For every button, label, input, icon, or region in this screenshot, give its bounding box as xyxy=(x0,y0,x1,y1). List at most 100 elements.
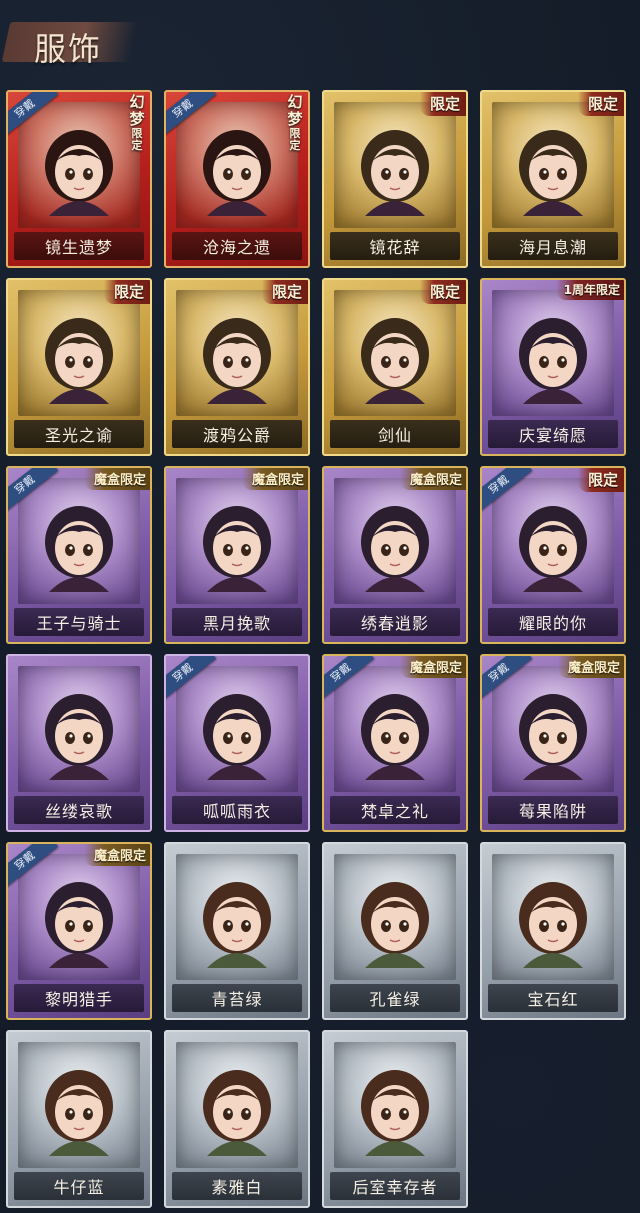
costume-name-bar: 青苔绿 xyxy=(172,984,302,1012)
costume-name-bar: 王子与骑士 xyxy=(14,608,144,636)
limited-badge: 1周年限定 xyxy=(555,280,624,300)
costume-name: 素雅白 xyxy=(211,1178,263,1197)
limited-badge: 魔盒限定 xyxy=(83,844,150,866)
character-portrait-icon xyxy=(361,506,429,592)
costume-card[interactable]: 穿戴幻梦限定镜生遗梦 xyxy=(6,90,152,268)
costume-name: 镜生遗梦 xyxy=(44,238,113,257)
costume-name-bar: 海月息潮 xyxy=(488,232,618,260)
costume-name: 后室幸存者 xyxy=(352,1178,438,1197)
limited-badge: 魔盒限定 xyxy=(241,468,308,490)
costume-card[interactable]: 丝缕哀歌 xyxy=(6,654,152,832)
costume-name-bar: 丝缕哀歌 xyxy=(14,796,144,824)
character-portrait-icon xyxy=(45,882,113,968)
character-portrait-icon xyxy=(203,694,271,780)
costume-name-bar: 黑月挽歌 xyxy=(172,608,302,636)
limited-badge: 幻梦限定 xyxy=(287,93,303,152)
costume-card[interactable]: 穿戴 呱呱雨衣 xyxy=(164,654,310,832)
costume-name: 呱呱雨衣 xyxy=(202,802,271,821)
character-portrait-icon xyxy=(361,694,429,780)
costume-name: 沧海之遗 xyxy=(202,238,271,257)
costume-name-bar: 镜生遗梦 xyxy=(14,232,144,260)
limited-badge: 限定 xyxy=(577,468,624,492)
costume-name: 圣光之谕 xyxy=(44,426,113,445)
costume-name-bar: 圣光之谕 xyxy=(14,420,144,448)
costume-name: 镜花辞 xyxy=(369,238,421,257)
costume-name: 黑月挽歌 xyxy=(202,614,271,633)
costume-card[interactable]: 限定镜花辞 xyxy=(322,90,468,268)
costume-name: 耀眼的你 xyxy=(518,614,587,633)
costume-card[interactable]: 穿戴 魔盒限定 莓果陷阱 xyxy=(480,654,626,832)
costume-name-bar: 宝石红 xyxy=(488,984,618,1012)
character-portrait-icon xyxy=(361,1070,429,1156)
character-portrait-icon xyxy=(45,1070,113,1156)
costume-name-bar: 呱呱雨衣 xyxy=(172,796,302,824)
costume-name: 丝缕哀歌 xyxy=(44,802,113,821)
character-portrait-icon xyxy=(45,318,113,404)
character-portrait-icon xyxy=(361,882,429,968)
character-portrait-icon xyxy=(203,130,271,216)
character-portrait-icon xyxy=(519,882,587,968)
costume-name: 梵卓之礼 xyxy=(360,802,429,821)
costume-name-bar: 庆宴绮愿 xyxy=(488,420,618,448)
costume-name: 王子与骑士 xyxy=(36,614,122,633)
costume-name-bar: 后室幸存者 xyxy=(330,1172,460,1200)
costume-name-bar: 牛仔蓝 xyxy=(14,1172,144,1200)
costume-card[interactable]: 穿戴 魔盒限定 梵卓之礼 xyxy=(322,654,468,832)
costume-name-bar: 镜花辞 xyxy=(330,232,460,260)
costume-card[interactable]: 穿戴 魔盒限定 王子与骑士 xyxy=(6,466,152,644)
costume-name-bar: 孔雀绿 xyxy=(330,984,460,1012)
costume-card[interactable]: 限定圣光之谕 xyxy=(6,278,152,456)
costume-card[interactable]: 魔盒限定 绣春逍影 xyxy=(322,466,468,644)
costume-card[interactable]: 素雅白 xyxy=(164,1030,310,1208)
costume-name-bar: 黎明猎手 xyxy=(14,984,144,1012)
costume-name: 绣春逍影 xyxy=(360,614,429,633)
limited-badge: 限定 xyxy=(419,92,466,116)
costume-card[interactable]: 后室幸存者 xyxy=(322,1030,468,1208)
costume-card[interactable]: 穿戴 限定 耀眼的你 xyxy=(480,466,626,644)
costume-card[interactable]: 限定 渡鸦公爵 xyxy=(164,278,310,456)
costume-card[interactable]: 限定剑仙 xyxy=(322,278,468,456)
costume-name: 牛仔蓝 xyxy=(53,1178,105,1197)
costume-name: 孔雀绿 xyxy=(369,990,421,1009)
costume-name-bar: 素雅白 xyxy=(172,1172,302,1200)
costume-name-bar: 绣春逍影 xyxy=(330,608,460,636)
costume-name-bar: 渡鸦公爵 xyxy=(172,420,302,448)
costume-card[interactable]: 魔盒限定黑月挽歌 xyxy=(164,466,310,644)
costume-name: 剑仙 xyxy=(377,426,412,445)
limited-badge: 限定 xyxy=(577,92,624,116)
costume-card[interactable]: 穿戴 魔盒限定 黎明猎手 xyxy=(6,842,152,1020)
costume-name-bar: 剑仙 xyxy=(330,420,460,448)
character-portrait-icon xyxy=(203,882,271,968)
costume-name: 庆宴绮愿 xyxy=(518,426,587,445)
limited-badge: 幻梦限定 xyxy=(129,93,145,152)
costume-name-bar: 莓果陷阱 xyxy=(488,796,618,824)
page-title: 服饰 xyxy=(34,30,103,68)
character-portrait-icon xyxy=(519,130,587,216)
costume-name-bar: 沧海之遗 xyxy=(172,232,302,260)
character-portrait-icon xyxy=(519,318,587,404)
costume-card[interactable]: 穿戴幻梦限定沧海之遗 xyxy=(164,90,310,268)
limited-badge: 限定 xyxy=(103,280,150,304)
costume-name: 黎明猎手 xyxy=(44,990,113,1009)
costume-name: 青苔绿 xyxy=(211,990,263,1009)
limited-badge: 魔盒限定 xyxy=(83,468,150,490)
character-portrait-icon xyxy=(203,506,271,592)
costume-card[interactable]: 1周年限定庆宴绮愿 xyxy=(480,278,626,456)
limited-badge: 魔盒限定 xyxy=(399,656,466,678)
character-portrait-icon xyxy=(519,694,587,780)
character-portrait-icon xyxy=(203,1070,271,1156)
costume-name-bar: 梵卓之礼 xyxy=(330,796,460,824)
character-portrait-icon xyxy=(45,694,113,780)
costume-card[interactable]: 青苔绿 xyxy=(164,842,310,1020)
costume-card[interactable]: 宝石红 xyxy=(480,842,626,1020)
character-portrait-icon xyxy=(361,318,429,404)
header: 服饰 xyxy=(1,8,139,72)
costume-card[interactable]: 限定海月息潮 xyxy=(480,90,626,268)
costume-name: 海月息潮 xyxy=(518,238,587,257)
costume-name: 渡鸦公爵 xyxy=(202,426,271,445)
character-portrait-icon xyxy=(361,130,429,216)
costume-card[interactable]: 孔雀绿 xyxy=(322,842,468,1020)
character-portrait-icon xyxy=(203,318,271,404)
limited-badge: 限定 xyxy=(419,280,466,304)
costume-card[interactable]: 牛仔蓝 xyxy=(6,1030,152,1208)
